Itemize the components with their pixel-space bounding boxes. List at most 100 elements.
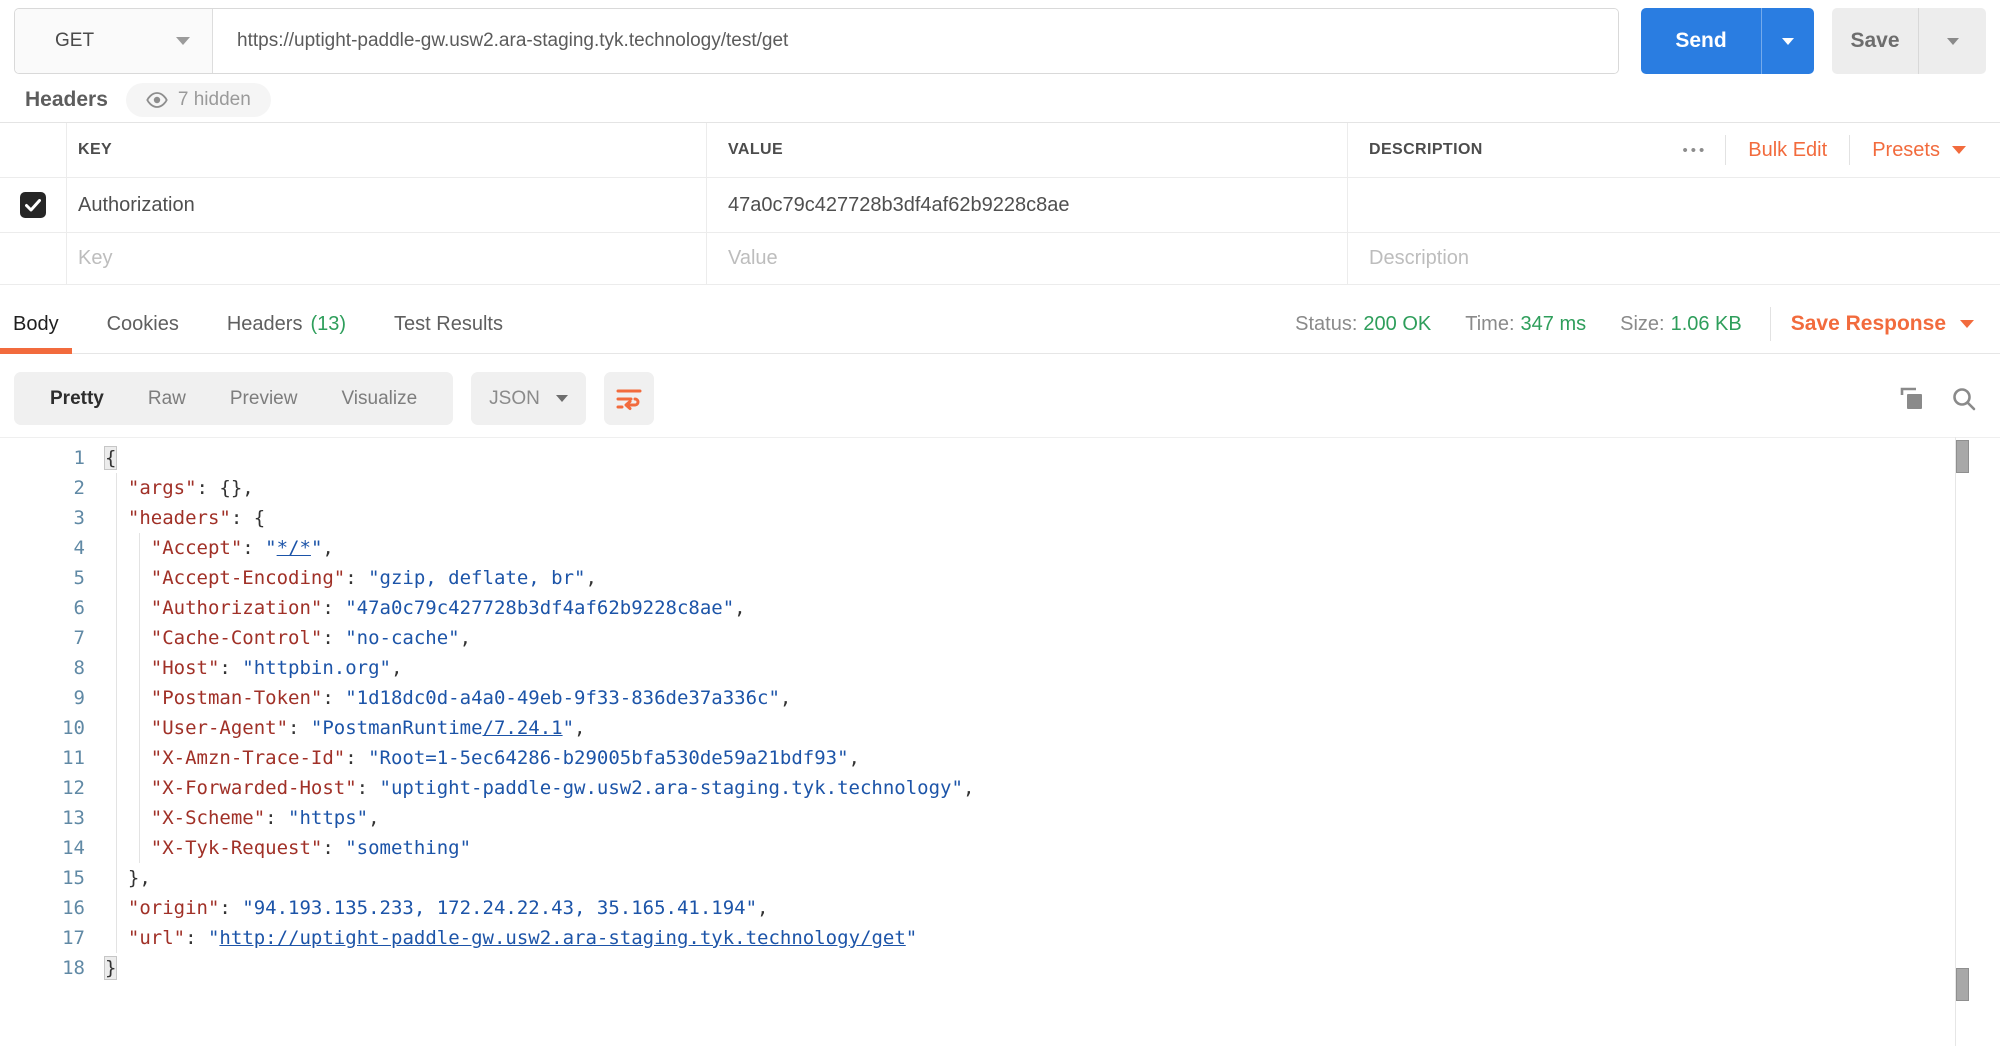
line-number: 1: [0, 443, 105, 473]
value-input[interactable]: Value: [728, 247, 778, 270]
wrap-text-button[interactable]: [604, 372, 654, 425]
table-row-empty: Key Value Description: [0, 233, 2000, 285]
line-content: }: [105, 953, 2000, 983]
size-label: Size:: [1620, 313, 1664, 335]
tab-cookies[interactable]: Cookies: [94, 295, 192, 353]
line-number: 13: [0, 803, 105, 833]
line-content: "X-Tyk-Request": "something": [105, 833, 2000, 863]
view-mode-group: Pretty Raw Preview Visualize: [14, 372, 453, 425]
response-view-toolbar: Pretty Raw Preview Visualize JSON: [14, 372, 1986, 425]
code-line: 7"Cache-Control": "no-cache",: [0, 623, 2000, 653]
code-line: 5"Accept-Encoding": "gzip, deflate, br",: [0, 563, 2000, 593]
line-number: 3: [0, 503, 105, 533]
view-tab-visualize[interactable]: Visualize: [319, 388, 439, 410]
code-line: 3"headers": {: [0, 503, 2000, 533]
scrollbar-track: [1955, 437, 1956, 1046]
response-tab-bar: Body Cookies Headers (13) Test Results S…: [0, 295, 2000, 354]
hidden-headers-toggle[interactable]: 7 hidden: [126, 83, 271, 117]
save-options-button[interactable]: [1918, 8, 1986, 74]
line-number: 15: [0, 863, 105, 893]
line-number: 5: [0, 563, 105, 593]
line-content: "User-Agent": "PostmanRuntime/7.24.1",: [105, 713, 2000, 743]
send-split-button: Send: [1641, 8, 1814, 74]
code-lines: 1{2"args": {},3"headers": {4"Accept": "*…: [0, 443, 2000, 983]
copy-button[interactable]: [1890, 377, 1934, 421]
language-select[interactable]: JSON: [471, 372, 586, 425]
more-options-button[interactable]: •••: [1664, 142, 1725, 159]
size-badge: Size:1.06 KB: [1620, 313, 1742, 336]
send-button[interactable]: Send: [1641, 8, 1761, 74]
tab-headers-label: Headers: [227, 313, 303, 336]
code-line: 15},: [0, 863, 2000, 893]
header-key-cell[interactable]: Authorization: [78, 194, 195, 217]
line-number: 6: [0, 593, 105, 623]
save-response-button[interactable]: Save Response: [1781, 312, 1984, 336]
request-bar: GET Send Save: [14, 8, 1986, 74]
response-body-editor[interactable]: 1{2"args": {},3"headers": {4"Accept": "*…: [0, 437, 2000, 1046]
tab-test-results[interactable]: Test Results: [381, 295, 516, 353]
code-line: 10"User-Agent": "PostmanRuntime/7.24.1",: [0, 713, 2000, 743]
tab-cookies-label: Cookies: [107, 313, 179, 336]
scrollbar-thumb[interactable]: [1956, 440, 1969, 473]
view-tab-pretty[interactable]: Pretty: [28, 388, 126, 410]
tab-test-results-label: Test Results: [394, 313, 503, 336]
line-content: "Accept-Encoding": "gzip, deflate, br",: [105, 563, 2000, 593]
search-button[interactable]: [1942, 377, 1986, 421]
line-content: "X-Amzn-Trace-Id": "Root=1-5ec64286-b290…: [105, 743, 2000, 773]
status-label: Status:: [1295, 313, 1357, 335]
search-icon: [1951, 386, 1977, 412]
line-content: "Host": "httpbin.org",: [105, 653, 2000, 683]
line-number: 18: [0, 953, 105, 983]
column-header-value: VALUE: [728, 141, 783, 159]
check-icon: [25, 199, 41, 212]
code-line: 12"X-Forwarded-Host": "uptight-paddle-gw…: [0, 773, 2000, 803]
response-actions: [1882, 377, 1986, 421]
line-number: 12: [0, 773, 105, 803]
view-tab-raw[interactable]: Raw: [126, 388, 208, 410]
bulk-edit-button[interactable]: Bulk Edit: [1726, 139, 1849, 162]
line-content: "url": "http://uptight-paddle-gw.usw2.ar…: [105, 923, 2000, 953]
key-input[interactable]: Key: [78, 247, 112, 270]
header-value-cell[interactable]: 47a0c79c427728b3df4af62b9228c8ae: [728, 194, 1069, 217]
code-line: 18}: [0, 953, 2000, 983]
save-response-label: Save Response: [1791, 312, 1946, 336]
description-input[interactable]: Description: [1369, 247, 1469, 270]
tab-body[interactable]: Body: [0, 295, 72, 353]
line-content: "args": {},: [105, 473, 2000, 503]
save-button[interactable]: Save: [1832, 8, 1918, 74]
time-label: Time:: [1465, 313, 1514, 335]
send-options-button[interactable]: [1761, 8, 1814, 74]
table-row: Authorization 47a0c79c427728b3df4af62b92…: [0, 178, 2000, 233]
chevron-down-icon: [556, 395, 568, 402]
line-content: "origin": "94.193.135.233, 172.24.22.43,…: [105, 893, 2000, 923]
eye-icon: [146, 92, 168, 108]
line-number: 2: [0, 473, 105, 503]
tab-headers[interactable]: Headers (13): [214, 295, 359, 353]
line-content: "X-Forwarded-Host": "uptight-paddle-gw.u…: [105, 773, 2000, 803]
headers-section-title: Headers: [25, 88, 108, 112]
line-content: "Authorization": "47a0c79c427728b3df4af6…: [105, 593, 2000, 623]
hidden-headers-label: 7 hidden: [178, 89, 251, 111]
chevron-down-icon: [1952, 146, 1966, 154]
url-input[interactable]: [213, 9, 1618, 73]
method-select[interactable]: GET: [15, 9, 213, 73]
column-header-description: DESCRIPTION: [1369, 141, 1483, 159]
line-number: 8: [0, 653, 105, 683]
line-number: 11: [0, 743, 105, 773]
copy-icon: [1899, 386, 1925, 412]
code-line: 4"Accept": "*/*",: [0, 533, 2000, 563]
scrollbar-thumb[interactable]: [1956, 968, 1969, 1001]
select-all-cell: [0, 123, 67, 177]
presets-button[interactable]: Presets: [1850, 139, 1984, 162]
empty-check-cell: [0, 233, 67, 284]
presets-label: Presets: [1872, 139, 1940, 162]
url-group: GET: [14, 8, 1619, 74]
line-number: 4: [0, 533, 105, 563]
row-checkbox[interactable]: [20, 192, 46, 218]
line-number: 9: [0, 683, 105, 713]
chevron-down-icon: [1947, 38, 1959, 45]
time-value: 347 ms: [1521, 313, 1587, 335]
status-badge: Status:200 OK: [1295, 313, 1431, 336]
view-tab-preview[interactable]: Preview: [208, 388, 320, 410]
code-line: 8"Host": "httpbin.org",: [0, 653, 2000, 683]
